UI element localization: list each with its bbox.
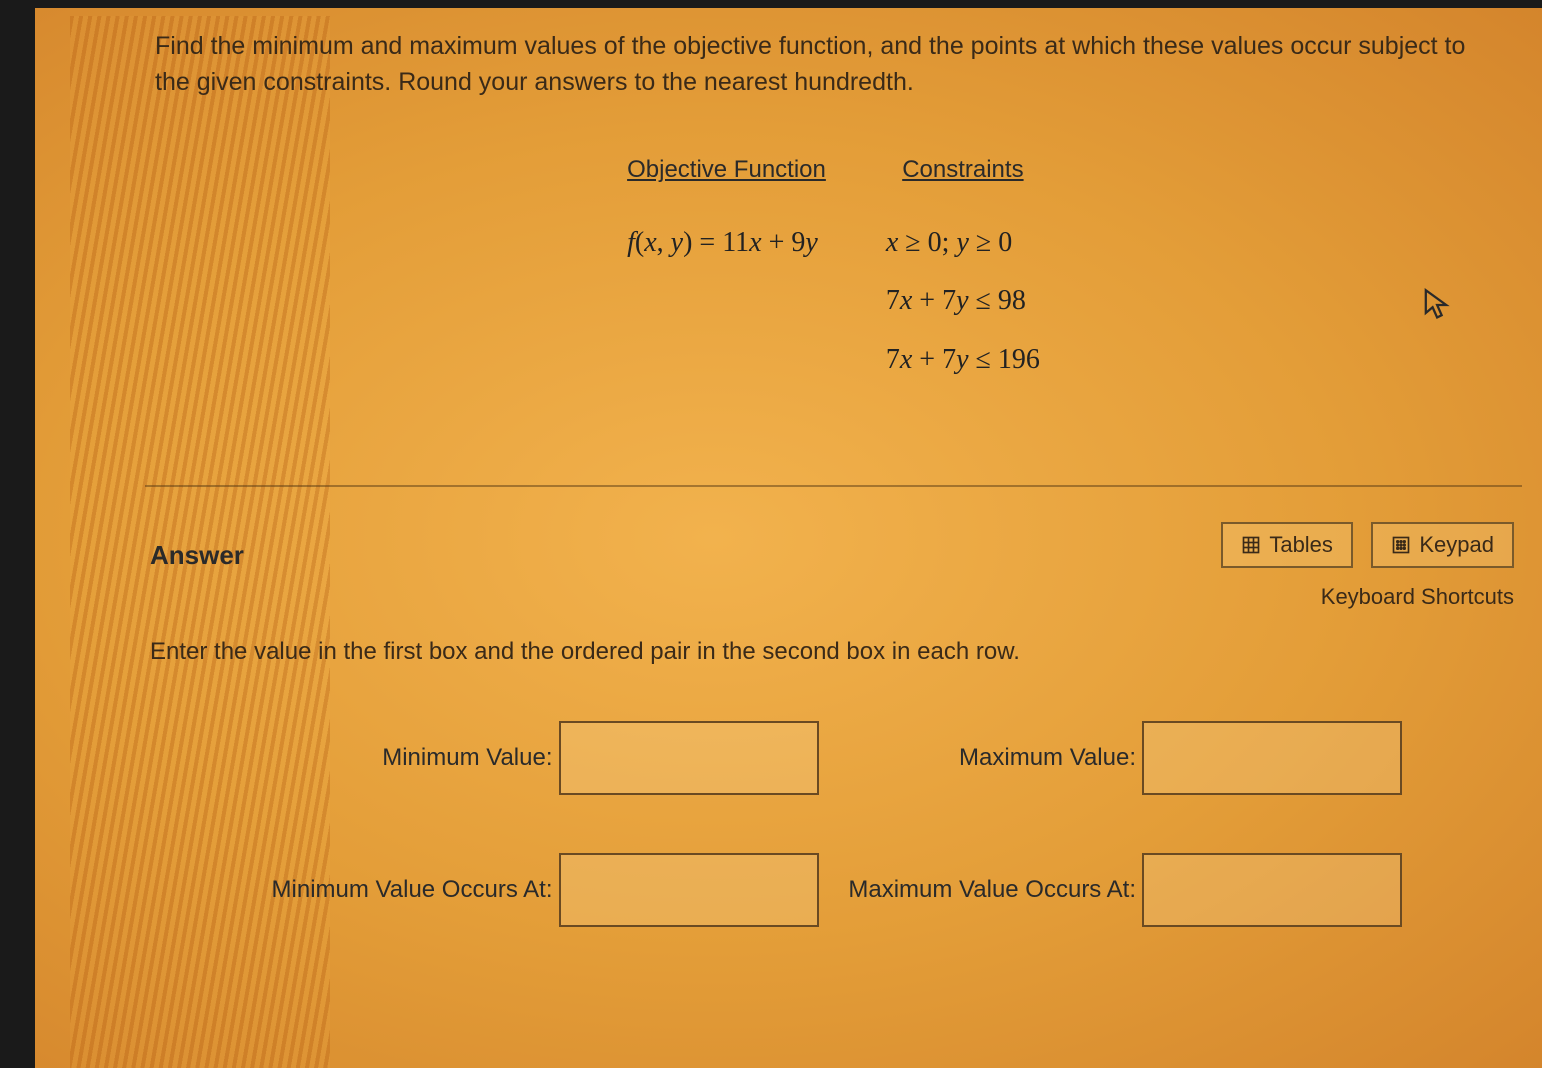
constraint-2: 7x + 7y ≤ 98 [886,272,1040,331]
keyboard-shortcuts-link[interactable]: Keyboard Shortcuts [1207,584,1514,610]
max-at-input[interactable] [1142,853,1402,927]
cursor-icon [1422,288,1450,322]
min-value-input[interactable] [559,721,819,795]
keypad-button[interactable]: Keypad [1371,522,1514,568]
math-block: Objective Function f(x, y) = 11x + 9y Co… [145,156,1522,390]
objective-function: f(x, y) = 11x + 9y [627,214,826,273]
tables-button[interactable]: Tables [1221,522,1353,568]
constraints-header: Constraints [902,156,1023,184]
max-value-input[interactable] [1142,721,1402,795]
question-text: Find the minimum and maximum values of t… [145,20,1522,101]
keypad-label: Keypad [1419,532,1494,558]
answer-instruction: Enter the value in the first box and the… [150,638,1522,666]
keypad-icon [1391,535,1411,555]
min-at-input[interactable] [559,853,819,927]
section-divider [145,485,1522,487]
objective-header: Objective Function [627,156,826,184]
constraint-1: x ≥ 0; y ≥ 0 [886,214,1040,273]
max-value-label: Maximum Value: [959,744,1136,772]
constraint-3: 7x + 7y ≤ 196 [886,331,1040,390]
min-at-label: Minimum Value Occurs At: [272,876,553,904]
tables-label: Tables [1269,532,1333,558]
answer-heading: Answer [150,540,244,571]
table-icon [1241,535,1261,555]
min-value-label: Minimum Value: [382,744,552,772]
max-at-label: Maximum Value Occurs At: [848,876,1136,904]
